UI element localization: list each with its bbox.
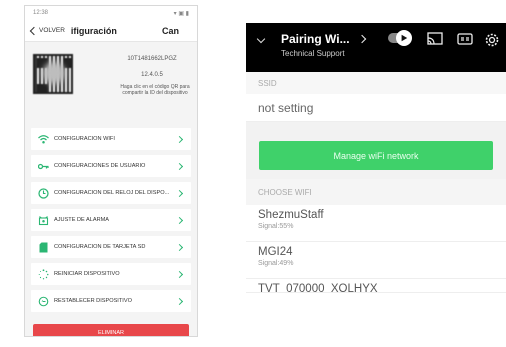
wifi-name: ShezmuStaff xyxy=(258,209,324,221)
choose-wifi-section-label: CHOOSE WIFI xyxy=(246,179,506,205)
captions-icon[interactable] xyxy=(457,32,473,46)
page-subtitle: Technical Support xyxy=(281,49,345,58)
left-phone-screen: 12:38 ▾ ▣ ▮ VOLVER ifiguración Can 10T14… xyxy=(24,5,198,337)
menu-item-label: CONFIGURACIONES DE USUARIO xyxy=(54,163,146,169)
wifi-signal: Signal:55% xyxy=(258,223,294,230)
right-phone-screen: Pairing Wi... Technical Support SSID not… xyxy=(246,23,506,327)
ssid-section-label: SSID xyxy=(246,72,506,94)
menu-item-label: REINICIAR DISPOSITIVO xyxy=(54,271,120,277)
section-gap xyxy=(246,122,506,141)
menu-item-restart[interactable]: REINICIAR DISPOSITIVO xyxy=(31,263,191,285)
chevron-left-icon xyxy=(29,26,39,35)
restart-icon xyxy=(37,268,49,280)
manage-button-container: Manage wiFi network xyxy=(246,141,506,179)
menu-item-sd-card[interactable]: CONFIGURACIÓN DE TARJETA SD xyxy=(31,236,191,258)
wifi-icon xyxy=(37,133,49,145)
wifi-name: MGI24 xyxy=(258,246,293,258)
delete-device-button[interactable]: ELIMINAR xyxy=(33,324,189,336)
autoplay-toggle[interactable] xyxy=(388,30,412,46)
qr-blur-overlay xyxy=(43,62,65,84)
wifi-list-item[interactable]: TVT_070000_XOLHYX xyxy=(246,279,506,293)
chevron-down-icon[interactable] xyxy=(256,34,266,44)
top-bar: Pairing Wi... Technical Support xyxy=(246,23,506,72)
menu-item-label: RESTABLECER DISPOSITIVO xyxy=(54,298,132,304)
clock-icon xyxy=(37,187,49,199)
play-icon xyxy=(396,30,412,46)
qr-hint: Haga clic en el código QR para compartir… xyxy=(120,84,190,96)
menu-item-user-settings[interactable]: CONFIGURACIONES DE USUARIO xyxy=(31,155,191,177)
alarm-icon xyxy=(37,214,49,226)
menu-item-label: CONFIGURACIÓN DE TARJETA SD xyxy=(54,244,146,250)
wifi-name: TVT_070000_XOLHYX xyxy=(258,283,378,293)
device-id: 10T1481662LPGZ xyxy=(127,56,177,62)
chevron-right-icon xyxy=(175,189,184,197)
back-label: VOLVER xyxy=(39,27,65,34)
menu-item-clock[interactable]: CONFIGURACIÓN DEL RELOJ DEL DISPO... xyxy=(31,182,191,204)
nav-right-action[interactable]: Can xyxy=(162,26,179,36)
status-bar: 12:38 ▾ ▣ ▮ xyxy=(25,6,197,20)
menu-item-label: CONFIGURACIÓN DEL RELOJ DEL DISPO... xyxy=(54,190,170,196)
chevron-right-icon xyxy=(175,243,184,251)
chevron-right-icon xyxy=(175,216,184,224)
wifi-signal: Signal:49% xyxy=(258,260,294,267)
key-icon xyxy=(37,160,49,172)
gear-icon[interactable] xyxy=(484,32,500,47)
menu-item-alarm[interactable]: AJUSTE DE ALARMA xyxy=(31,209,191,231)
device-info-block: 10T1481662LPGZ 12.4.0.5 Haga clic en el … xyxy=(25,42,197,122)
status-time: 12:38 xyxy=(33,10,49,16)
back-button[interactable]: VOLVER xyxy=(29,26,65,35)
chevron-right-icon xyxy=(175,270,184,278)
sd-card-icon xyxy=(37,241,49,253)
reset-icon xyxy=(37,295,49,307)
menu-item-label: CONFIGURACIÓN WIFI xyxy=(54,136,115,142)
page-title: Pairing Wi... xyxy=(281,32,350,46)
wifi-list-item[interactable]: MGI24 Signal:49% xyxy=(246,242,506,279)
page-title: ifiguración xyxy=(70,25,117,36)
menu-item-reset[interactable]: RESTABLECER DISPOSITIVO xyxy=(31,290,191,312)
cast-icon[interactable] xyxy=(427,32,443,46)
settings-menu: CONFIGURACIÓN WIFI CONFIGURACIONES DE US… xyxy=(25,122,197,336)
chevron-right-icon xyxy=(175,297,184,305)
wifi-list-item[interactable]: ShezmuStaff Signal:55% xyxy=(246,205,506,242)
nav-bar: VOLVER ifiguración Can xyxy=(25,20,197,42)
menu-item-label: AJUSTE DE ALARMA xyxy=(54,217,110,223)
chevron-right-icon[interactable] xyxy=(357,34,367,44)
ssid-value: not setting xyxy=(246,94,506,122)
manage-wifi-button[interactable]: Manage wiFi network xyxy=(259,141,493,170)
menu-item-wifi[interactable]: CONFIGURACIÓN WIFI xyxy=(31,128,191,150)
chevron-right-icon xyxy=(175,162,184,170)
firmware-version: 12.4.0.5 xyxy=(141,72,163,78)
status-icons: ▾ ▣ ▮ xyxy=(173,10,189,17)
chevron-right-icon xyxy=(175,135,184,143)
